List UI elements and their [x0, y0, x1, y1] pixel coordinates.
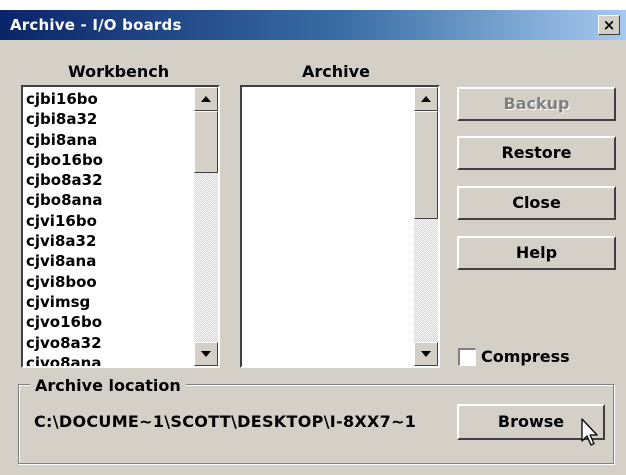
workbench-scrollbar[interactable]	[194, 87, 218, 366]
mouse-pointer-icon	[581, 418, 598, 446]
workbench-list-item[interactable]: cjvi8boo	[26, 272, 103, 292]
workbench-list-item[interactable]: cjvo8a32	[26, 333, 103, 353]
restore-button[interactable]: Restore	[457, 136, 616, 170]
close-icon: ×	[602, 16, 616, 34]
compress-label[interactable]: Compress	[481, 347, 570, 366]
workbench-list-item[interactable]: cjvi8a32	[26, 231, 103, 251]
workbench-list-item[interactable]: cjvi8ana	[26, 251, 103, 271]
arrow-up-icon	[201, 96, 211, 102]
backup-button[interactable]: Backup	[457, 87, 616, 121]
archive-location-label: Archive location	[30, 376, 186, 395]
archive-listbox[interactable]	[240, 85, 440, 368]
workbench-list-item[interactable]: cjbo8ana	[26, 190, 103, 210]
workbench-list-item[interactable]: cjvo16bo	[26, 312, 103, 332]
archive-scroll-up-button[interactable]	[414, 87, 438, 111]
arrow-down-icon	[201, 351, 211, 357]
workbench-listbox[interactable]: cjbi16bo cjbi8a32 cjbi8ana cjbo16bo cjbo8a32…	[21, 85, 220, 368]
workbench-list-item[interactable]: cjvimsg	[26, 292, 103, 312]
compress-checkbox[interactable]	[458, 348, 476, 366]
archive-path: C:\DOCUME~1\SCOTT\DESKTOP\I-8XX7~1	[34, 412, 417, 431]
workbench-scroll-thumb[interactable]	[194, 111, 218, 173]
archive-scrollbar[interactable]	[414, 87, 438, 366]
workbench-scroll-down-button[interactable]	[194, 342, 218, 366]
workbench-scroll-up-button[interactable]	[194, 87, 218, 111]
archive-label: Archive	[302, 62, 370, 81]
workbench-list-item[interactable]: cjbo8a32	[26, 170, 103, 190]
title-bar[interactable]: Archive - I/O boards ×	[0, 10, 626, 40]
archive-scroll-thumb[interactable]	[414, 111, 438, 219]
workbench-list-item[interactable]: cjbi16bo	[26, 89, 103, 109]
archive-scroll-down-button[interactable]	[414, 342, 438, 366]
workbench-list-item[interactable]: cjbo16bo	[26, 150, 103, 170]
close-window-button[interactable]: ×	[598, 15, 620, 35]
workbench-list-item[interactable]: cjbi8a32	[26, 109, 103, 129]
arrow-down-icon	[421, 351, 431, 357]
arrow-up-icon	[421, 96, 431, 102]
workbench-list-item[interactable]: cjvo8ana	[26, 353, 103, 366]
help-button[interactable]: Help	[457, 236, 616, 270]
workbench-list: cjbi16bo cjbi8a32 cjbi8ana cjbo16bo cjbo8a32…	[26, 89, 103, 366]
archive-dialog: Archive - I/O boards × Workbench Archive…	[0, 10, 626, 475]
workbench-label: Workbench	[68, 62, 170, 81]
workbench-list-item[interactable]: cjbi8ana	[26, 130, 103, 150]
close-button[interactable]: Close	[457, 186, 616, 220]
window-title: Archive - I/O boards	[10, 16, 182, 34]
workbench-list-item[interactable]: cjvi16bo	[26, 211, 103, 231]
